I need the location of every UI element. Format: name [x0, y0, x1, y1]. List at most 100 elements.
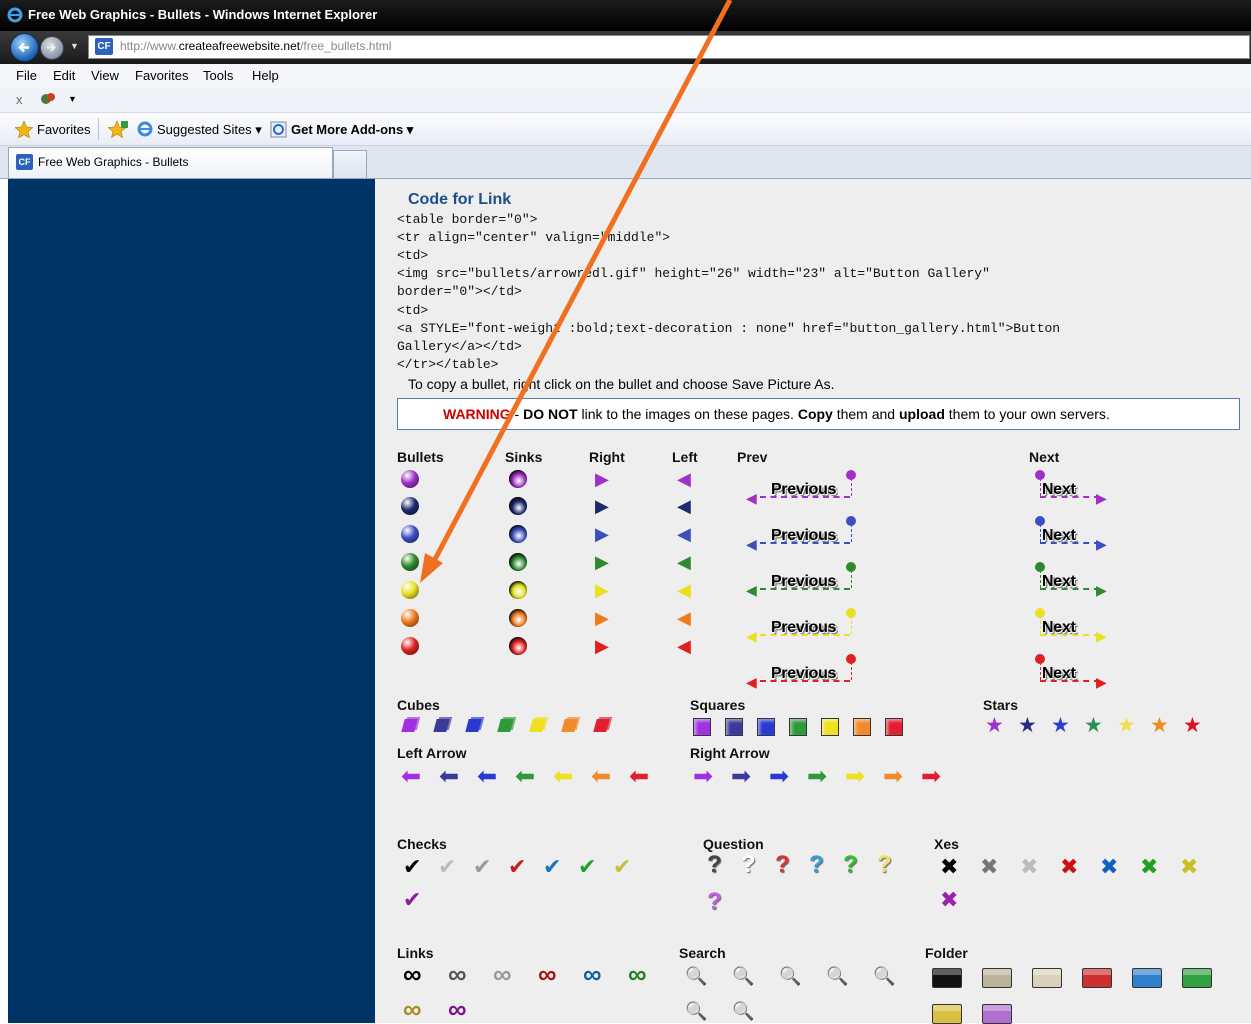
check-icon[interactable]: ✔	[473, 856, 491, 878]
square-icon[interactable]	[757, 718, 775, 736]
get-addons-button[interactable]: Get More Add-ons ▾	[291, 122, 413, 138]
menu-favorites[interactable]: Favorites	[135, 68, 188, 83]
star-icon[interactable]: ★	[1018, 715, 1037, 736]
folder-icon[interactable]	[1082, 968, 1112, 988]
sink-icon[interactable]	[509, 497, 527, 515]
right-arrow-icon[interactable]: ➡	[845, 765, 865, 789]
search-icon[interactable]: 🔍	[685, 1001, 707, 1021]
left-arrow-icon[interactable]: ⬅	[477, 765, 497, 789]
close-toolbar-icon[interactable]: x	[16, 92, 23, 107]
folder-icon[interactable]	[982, 1004, 1012, 1024]
link-icon[interactable]: ∞	[493, 961, 512, 987]
search-icon[interactable]: 🔍	[685, 966, 707, 986]
link-icon[interactable]: ∞	[628, 961, 647, 987]
link-icon[interactable]: ∞	[403, 996, 422, 1022]
menu-edit[interactable]: Edit	[53, 68, 75, 83]
left-arrow-icon[interactable]: ⬅	[629, 765, 649, 789]
x-icon[interactable]: ✖	[1020, 856, 1038, 878]
check-icon[interactable]: ✔	[578, 856, 596, 878]
star-icon[interactable]: ★	[1084, 715, 1103, 736]
link-icon[interactable]: ∞	[448, 996, 467, 1022]
check-icon[interactable]: ✔	[543, 856, 561, 878]
link-icon[interactable]: ∞	[583, 961, 602, 987]
star-icon[interactable]: ★	[1183, 715, 1202, 736]
star-icon[interactable]: ★	[1117, 715, 1136, 736]
forward-button[interactable]	[40, 36, 64, 60]
left-arrow-bullet-icon[interactable]: ◀	[677, 496, 691, 516]
bullet-icon[interactable]	[401, 553, 419, 571]
link-icon[interactable]: ∞	[538, 961, 557, 987]
menu-help[interactable]: Help	[252, 68, 279, 83]
left-arrow-icon[interactable]: ⬅	[591, 765, 611, 789]
previous-button[interactable]: Previous	[771, 573, 836, 591]
star-icon[interactable]: ★	[985, 715, 1004, 736]
right-arrow-icon[interactable]: ➡	[693, 765, 713, 789]
left-arrow-icon[interactable]: ⬅	[553, 765, 573, 789]
square-icon[interactable]	[693, 718, 711, 736]
right-arrow-icon[interactable]: ➡	[731, 765, 751, 789]
check-icon[interactable]: ✔	[403, 856, 421, 878]
next-button[interactable]: Next	[1042, 527, 1076, 545]
next-button[interactable]: Next	[1042, 665, 1076, 683]
right-arrow-bullet-icon[interactable]: ▶	[595, 580, 609, 600]
history-dropdown-icon[interactable]: ▼	[70, 41, 79, 51]
folder-icon[interactable]	[932, 1004, 962, 1024]
left-arrow-bullet-icon[interactable]: ◀	[677, 552, 691, 572]
question-icon[interactable]: ?	[741, 853, 756, 877]
left-arrow-bullet-icon[interactable]: ◀	[677, 580, 691, 600]
previous-button[interactable]: Previous	[771, 527, 836, 545]
bullet-icon[interactable]	[401, 581, 419, 599]
star-icon[interactable]: ★	[1150, 715, 1169, 736]
menu-file[interactable]: File	[16, 68, 37, 83]
folder-icon[interactable]	[1182, 968, 1212, 988]
next-button[interactable]: Next	[1042, 481, 1076, 499]
x-icon[interactable]: ✖	[1100, 856, 1118, 878]
question-icon[interactable]: ?	[707, 890, 722, 914]
folder-icon[interactable]	[932, 968, 962, 988]
x-icon[interactable]: ✖	[1180, 856, 1198, 878]
x-icon[interactable]: ✖	[940, 856, 958, 878]
next-button[interactable]: Next	[1042, 573, 1076, 591]
right-arrow-bullet-icon[interactable]: ▶	[595, 496, 609, 516]
suggested-sites-button[interactable]: Suggested Sites ▾	[157, 122, 262, 138]
check-icon[interactable]: ✔	[438, 856, 456, 878]
search-icon[interactable]: 🔍	[873, 966, 895, 986]
folder-icon[interactable]	[982, 968, 1012, 988]
search-icon[interactable]: 🔍	[779, 966, 801, 986]
right-arrow-bullet-icon[interactable]: ▶	[595, 552, 609, 572]
menu-tools[interactable]: Tools	[203, 68, 233, 83]
right-arrow-bullet-icon[interactable]: ▶	[595, 469, 609, 489]
x-icon[interactable]: ✖	[940, 889, 958, 911]
next-button[interactable]: Next	[1042, 619, 1076, 637]
bullet-icon[interactable]	[401, 637, 419, 655]
favorites-button[interactable]: Favorites	[37, 122, 90, 137]
right-arrow-icon[interactable]: ➡	[807, 765, 827, 789]
square-icon[interactable]	[853, 718, 871, 736]
sink-icon[interactable]	[509, 581, 527, 599]
right-arrow-icon[interactable]: ➡	[883, 765, 903, 789]
back-button[interactable]	[10, 33, 39, 62]
sink-icon[interactable]	[509, 525, 527, 543]
left-arrow-bullet-icon[interactable]: ◀	[677, 608, 691, 628]
sink-icon[interactable]	[509, 609, 527, 627]
add-favorite-icon[interactable]	[108, 120, 128, 138]
left-arrow-icon[interactable]: ⬅	[401, 765, 421, 789]
left-arrow-icon[interactable]: ⬅	[439, 765, 459, 789]
square-icon[interactable]	[821, 718, 839, 736]
folder-icon[interactable]	[1032, 968, 1062, 988]
star-icon[interactable]: ★	[1051, 715, 1070, 736]
question-icon[interactable]: ?	[843, 853, 858, 877]
addon-dropdown-icon[interactable]: ▼	[68, 94, 77, 104]
question-icon[interactable]: ?	[809, 853, 824, 877]
left-arrow-bullet-icon[interactable]: ◀	[677, 524, 691, 544]
menu-view[interactable]: View	[91, 68, 119, 83]
previous-button[interactable]: Previous	[771, 619, 836, 637]
question-icon[interactable]: ?	[877, 853, 892, 877]
x-icon[interactable]: ✖	[980, 856, 998, 878]
right-arrow-icon[interactable]: ➡	[769, 765, 789, 789]
previous-button[interactable]: Previous	[771, 481, 836, 499]
square-icon[interactable]	[789, 718, 807, 736]
right-arrow-bullet-icon[interactable]: ▶	[595, 608, 609, 628]
bullet-icon[interactable]	[401, 609, 419, 627]
new-tab-button[interactable]	[333, 150, 367, 178]
